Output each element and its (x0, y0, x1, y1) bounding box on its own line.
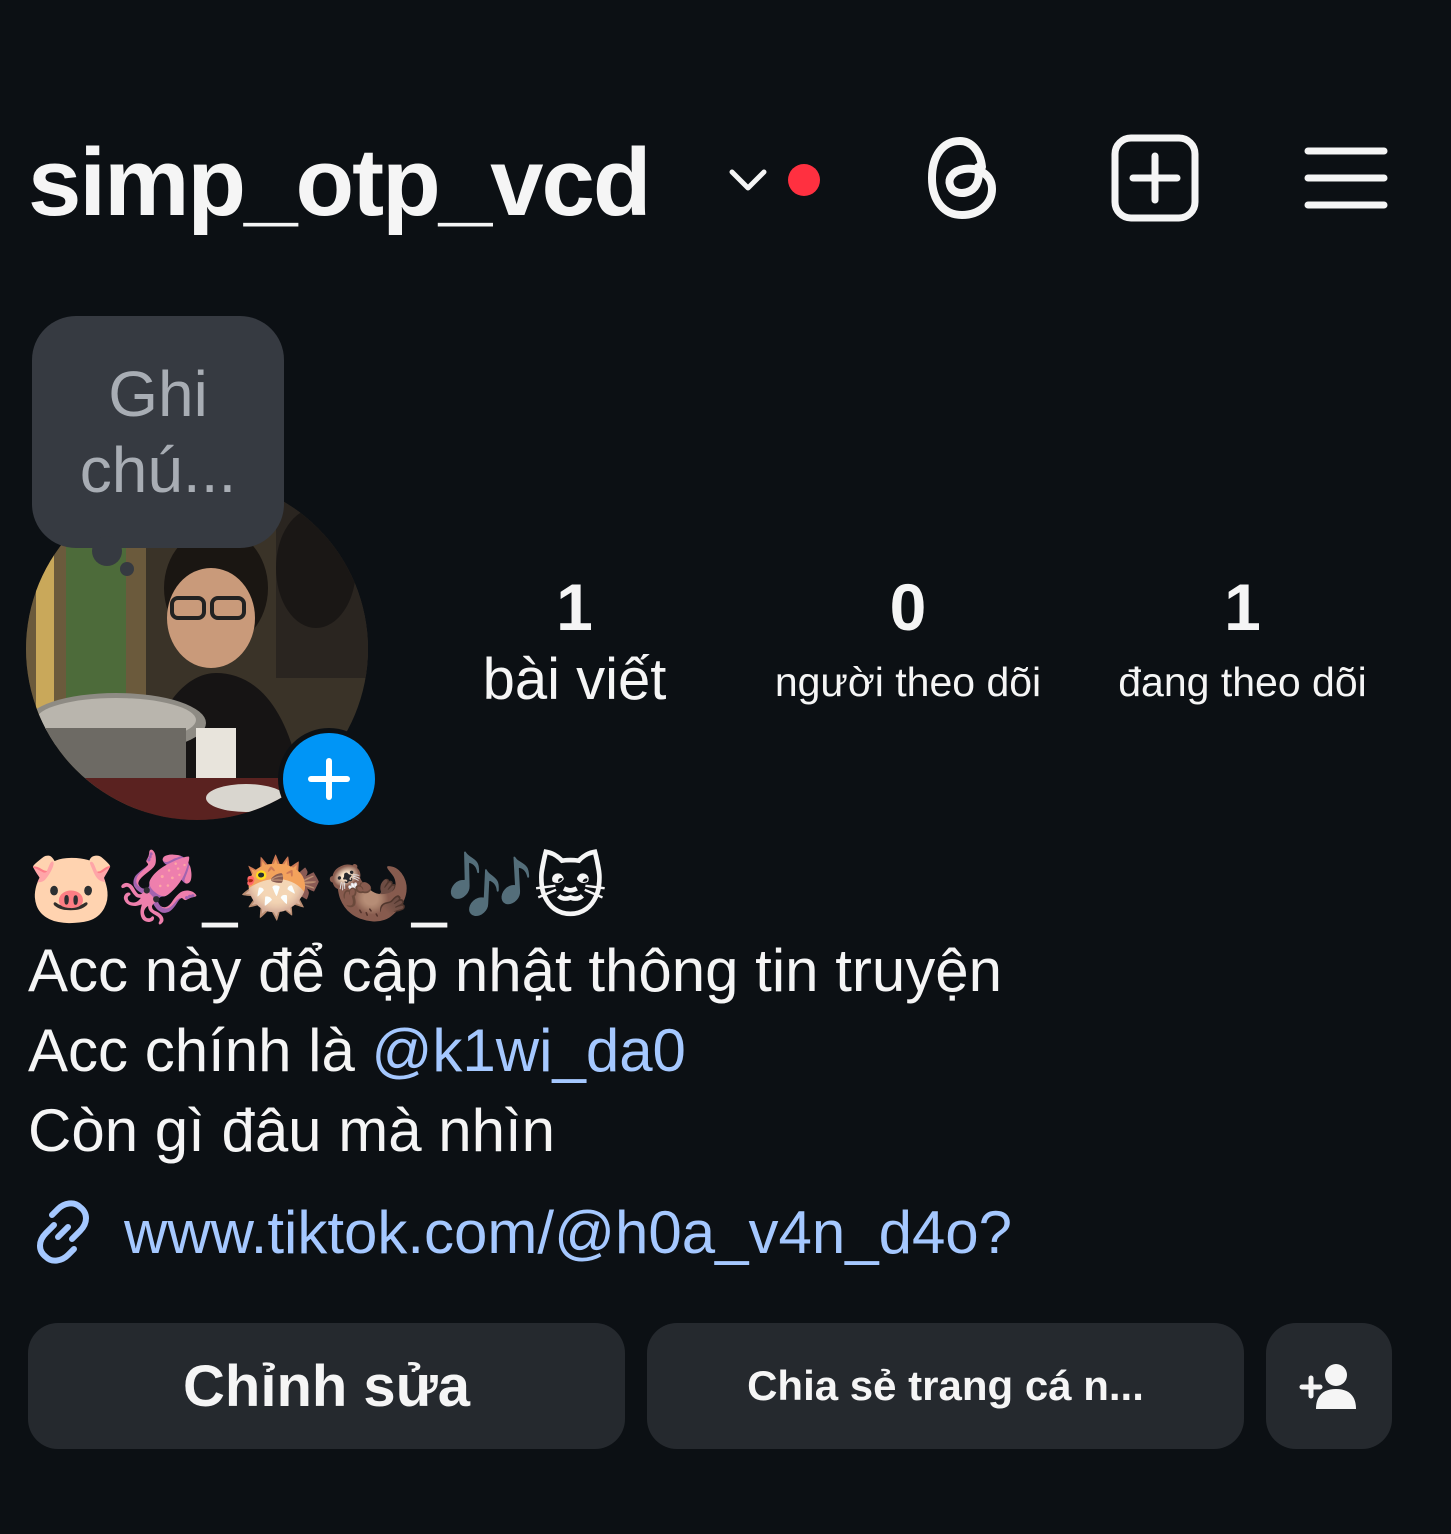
following-count: 1 (1224, 570, 1261, 644)
bio-line-2: Acc chính là @k1wi_da0 (28, 1011, 686, 1091)
link-icon (37, 1200, 89, 1264)
menu-icon (1304, 147, 1388, 209)
edit-profile-button[interactable]: Chỉnh sửa (28, 1323, 625, 1449)
share-profile-button[interactable]: Chia sẻ trang cá n... (647, 1323, 1244, 1449)
create-post-button[interactable] (1105, 128, 1205, 228)
create-post-icon (1111, 134, 1199, 222)
note-tail (92, 536, 122, 566)
note-bubble[interactable]: Ghi chú... (32, 316, 284, 548)
threads-button[interactable] (912, 128, 1012, 228)
bio-mention-link[interactable]: @k1wi_da0 (372, 1017, 686, 1084)
chevron-down-icon[interactable] (726, 160, 770, 200)
posts-count: 1 (556, 570, 593, 644)
stat-followers[interactable]: 0 người theo dõi (742, 570, 1074, 710)
profile-username[interactable]: simp_otp_vcd (28, 128, 652, 238)
followers-label: người theo dõi (774, 659, 1042, 705)
notification-dot (788, 164, 820, 196)
note-text-line1: Ghi (108, 358, 208, 430)
add-story-button[interactable] (278, 728, 380, 830)
following-label: đang theo dõi (1118, 659, 1367, 705)
bio-line-1: Acc này để cập nhật thông tin truyện (28, 937, 1002, 1004)
stat-posts[interactable]: 1 bài viết (452, 570, 697, 712)
note-tail (120, 562, 134, 576)
bio-line-2-prefix: Acc chính là (28, 1017, 372, 1084)
bio-link[interactable]: www.tiktok.com/@h0a_v4n_d4o? (28, 1190, 1012, 1274)
stat-following[interactable]: 1 đang theo dõi (1085, 570, 1400, 710)
menu-button[interactable] (1296, 128, 1396, 228)
add-person-icon (1299, 1364, 1356, 1409)
threads-icon (927, 136, 997, 220)
bio-emoji-line: 🐷🦑_🐡🦦_🎶🐱 (28, 846, 607, 928)
plus-icon (308, 758, 350, 800)
bio-line-3: Còn gì đâu mà nhìn (28, 1097, 556, 1164)
bio-link-text[interactable]: www.tiktok.com/@h0a_v4n_d4o? (124, 1198, 1012, 1267)
note-text-line2: chú... (79, 434, 237, 506)
posts-label: bài viết (482, 647, 667, 712)
followers-count: 0 (889, 570, 927, 644)
discover-people-button[interactable] (1266, 1323, 1392, 1449)
